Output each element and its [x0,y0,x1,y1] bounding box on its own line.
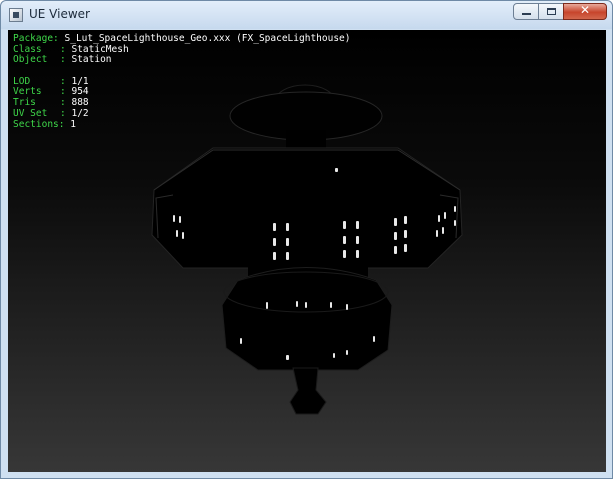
window-controls: ✕ [513,3,607,21]
window-light [373,336,375,342]
window-light [404,216,407,224]
station-stem [289,367,327,415]
station-lower-ring [221,267,393,371]
window-light [296,301,298,307]
window-light [286,355,289,360]
maximize-button[interactable] [538,3,564,20]
window-light [438,215,440,222]
object-label: Object [13,54,48,66]
window-light [346,350,348,355]
window-light [454,220,456,226]
window-light [333,353,335,358]
window-light [436,230,438,237]
tris-value: 888 [71,97,89,109]
verts-value: 954 [71,86,89,98]
window-light [273,223,276,231]
window-light [335,168,338,172]
window-light [394,232,397,240]
tris-separator: : [60,97,66,109]
3d-viewport[interactable]: Package: S_Lut_SpaceLighthouse_Geo.xxx (… [8,30,606,472]
sections-value: 1 [70,118,76,130]
package-value: S_Lut_SpaceLighthouse_Geo.xxx (FX_SpaceL… [64,33,351,44]
window-light [343,250,346,258]
info-row-sections: Sections: 1 [13,118,350,131]
window-light [330,302,332,308]
window-light [266,302,268,309]
window-light [273,252,276,260]
object-separator: : [60,54,66,66]
window-light [346,304,348,310]
station-main-hull [151,147,463,269]
maximize-icon [547,8,556,15]
window-light [286,238,289,246]
minimize-button[interactable] [513,3,539,20]
window-light [343,236,346,244]
class-separator: : [60,43,66,55]
window-light [356,221,359,229]
window-light [404,244,407,252]
window-light [356,250,359,258]
app-icon[interactable] [9,8,23,22]
window-light [286,223,289,231]
window-light [305,302,307,308]
object-value: Station [71,54,112,66]
close-icon: ✕ [579,3,591,17]
info-row-object: Object: Station [13,55,350,66]
window-light [273,238,276,246]
window-light [173,215,175,222]
window-light [240,338,242,344]
uvset-value: 1/2 [71,107,89,119]
sections-label: Sections: [13,118,65,130]
window-light [176,230,178,237]
window-light [394,246,397,254]
window-light [454,206,456,212]
window-light [343,221,346,229]
uvset-separator: : [60,107,66,119]
lod-value: 1/1 [71,75,89,87]
title-bar[interactable]: UE Viewer ✕ [1,1,612,29]
window-light [442,227,444,234]
window-light [394,218,397,226]
mesh-info-overlay: Package: S_Lut_SpaceLighthouse_Geo.xxx (… [13,33,351,131]
class-value: StaticMesh [71,43,129,55]
minimize-icon [522,13,531,15]
window-light [179,216,181,223]
window-title: UE Viewer [29,7,90,21]
window-light [286,252,289,260]
viewer-window: UE Viewer ✕ Package: S_Lut_SpaceLighthou… [0,0,613,479]
window-light [356,236,359,244]
package-label: Package: [13,33,59,44]
lod-separator: : [60,75,66,87]
verts-separator: : [60,86,66,98]
window-light [444,212,446,219]
close-button[interactable]: ✕ [563,3,607,20]
window-light [404,230,407,238]
window-light [182,232,184,239]
